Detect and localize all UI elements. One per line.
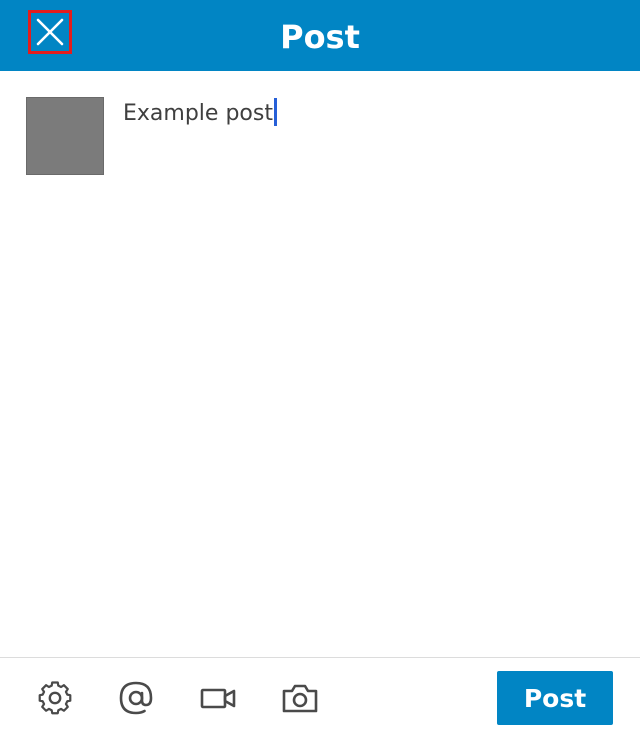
bottom-toolbar: Post bbox=[0, 657, 640, 736]
close-button[interactable] bbox=[28, 10, 72, 54]
settings-button[interactable] bbox=[35, 678, 75, 718]
close-icon bbox=[36, 18, 64, 46]
top-bar: Post bbox=[0, 0, 640, 71]
camera-icon bbox=[282, 684, 318, 713]
mention-button[interactable] bbox=[116, 678, 156, 718]
post-button[interactable]: Post bbox=[497, 671, 613, 725]
photo-button[interactable] bbox=[280, 678, 320, 718]
gear-icon bbox=[38, 681, 72, 715]
video-camera-icon bbox=[200, 688, 236, 709]
post-text-input[interactable]: Example post bbox=[123, 96, 613, 136]
at-icon bbox=[119, 681, 153, 715]
post-text: Example post bbox=[123, 101, 273, 126]
avatar bbox=[26, 97, 104, 175]
page-title: Post bbox=[280, 18, 360, 56]
video-button[interactable] bbox=[198, 678, 238, 718]
text-caret bbox=[273, 98, 277, 126]
